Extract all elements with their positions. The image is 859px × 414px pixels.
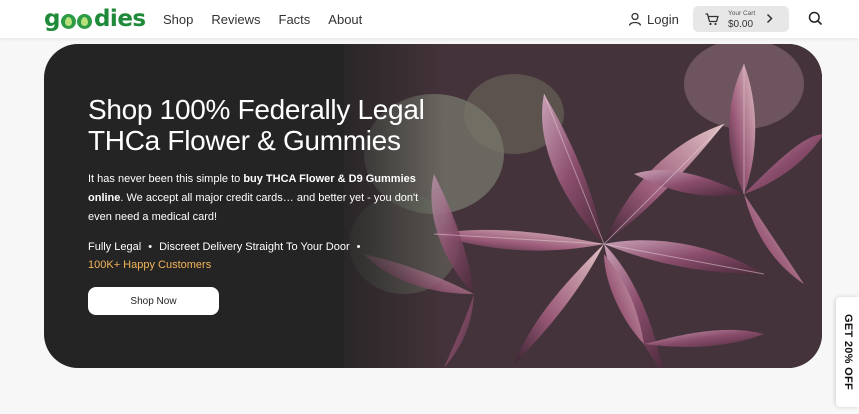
nav-facts[interactable]: Facts — [279, 12, 311, 27]
feature-happy-customers: 100K+ Happy Customers — [88, 259, 212, 271]
user-icon — [628, 12, 642, 26]
hero-desc-text-2: . We accept all major credit cards… and … — [88, 192, 419, 223]
hero-description: It has never been this simple to buy THC… — [88, 170, 428, 227]
hero-title: Shop 100% Federally Legal THCa Flower & … — [88, 94, 425, 156]
login-link[interactable]: Login — [628, 10, 679, 28]
cart-amount: $0.00 — [728, 19, 754, 30]
hero-desc-text: It has never been this simple to — [88, 173, 244, 185]
chevron-right-icon — [766, 13, 773, 24]
feature-list: Fully Legal • Discreet Delivery Straight T… — [88, 238, 388, 274]
hero-banner: Shop 100% Federally Legal THCa Flower & … — [44, 44, 822, 368]
nav-about[interactable]: About — [328, 12, 362, 27]
discount-label: GET 20% OFF — [841, 313, 854, 391]
feature-separator: • — [356, 241, 361, 253]
cart-label: Your Cart — [728, 10, 756, 17]
discount-side-tab[interactable]: GET 20% OFF — [836, 297, 859, 407]
feature-discreet-delivery: Discreet Delivery Straight To Your Door — [159, 241, 350, 253]
main-nav: Shop Reviews Facts About — [163, 0, 380, 38]
login-label: Login — [647, 11, 679, 27]
goodies-logo[interactable]: g dies — [44, 6, 146, 32]
site-header: g dies Shop Reviews Facts About Login You… — [0, 0, 859, 38]
nav-reviews[interactable]: Reviews — [211, 12, 260, 27]
search-icon[interactable] — [808, 11, 823, 26]
cart-icon — [705, 12, 719, 25]
nav-shop[interactable]: Shop — [163, 12, 193, 27]
cart-summary: Your Cart $0.00 — [728, 9, 756, 30]
feature-fully-legal: Fully Legal — [88, 241, 142, 253]
shop-now-button[interactable]: Shop Now — [88, 287, 219, 315]
cart-button[interactable]: Your Cart $0.00 — [693, 6, 789, 32]
feature-separator: • — [148, 241, 153, 253]
